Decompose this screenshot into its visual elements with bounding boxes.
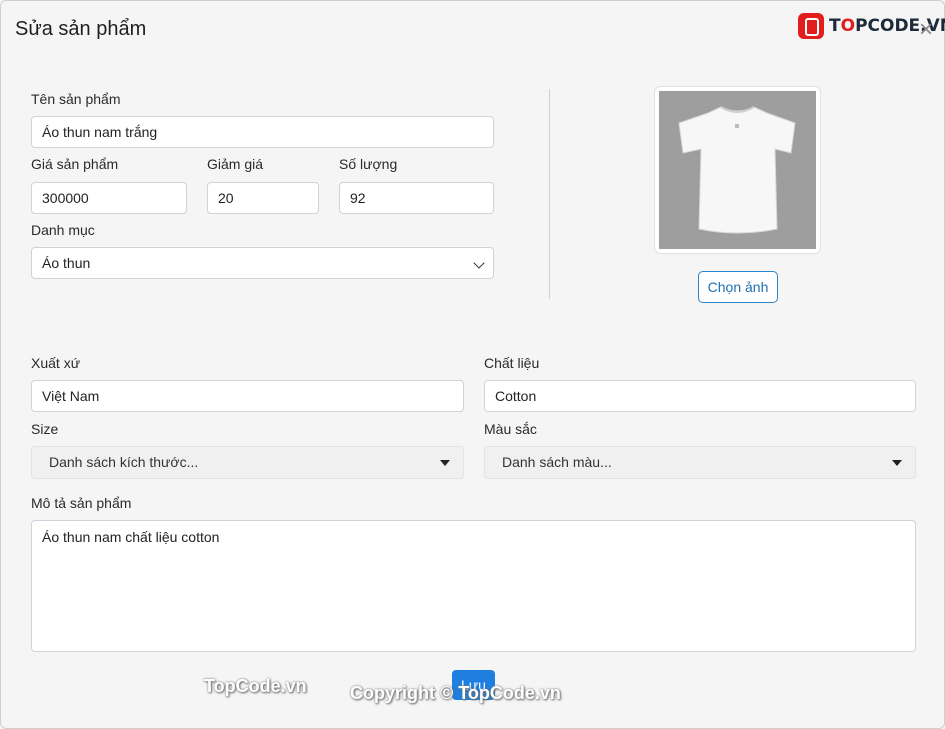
origin-input[interactable]: Việt Nam [31,380,464,412]
size-placeholder: Danh sách kích thước... [49,454,199,470]
caret-down-icon [440,460,450,466]
quantity-input[interactable]: 92 [339,182,494,214]
discount-input[interactable]: 20 [207,182,319,214]
product-image-frame [654,86,821,254]
size-multiselect[interactable]: Danh sách kích thước... [31,446,464,479]
brand-logo-icon [798,13,824,39]
origin-label: Xuất xứ [31,355,81,371]
size-label: Size [31,421,59,437]
dialog-title: Sửa sản phẩm [15,18,147,40]
category-select-value: Áo thun [42,255,91,271]
watermark-center: Copyright © TopCode.vn [350,683,561,703]
price-input[interactable]: 300000 [31,182,187,214]
category-select[interactable]: Áo thun [31,247,494,279]
quantity-label: Số lượng [339,156,398,172]
divider [549,89,550,299]
tshirt-image [659,91,816,249]
color-multiselect[interactable]: Danh sách màu... [484,446,916,479]
description-label: Mô tả sản phẩm [31,495,132,511]
chevron-down-icon [473,257,485,269]
edit-product-dialog: Sửa sản phẩm TOPCODE.VN × Tên sản phẩm Á… [0,0,945,729]
choose-image-button[interactable]: Chọn ảnh [698,271,778,303]
discount-label: Giảm giá [207,156,264,172]
color-label: Màu sắc [484,421,537,437]
description-textarea[interactable]: Áo thun nam chất liệu cotton [31,520,916,652]
price-label: Giá sản phẩm [31,156,119,172]
material-label: Chất liệu [484,355,540,371]
product-name-label: Tên sản phẩm [31,91,121,107]
category-label: Danh mục [31,222,95,238]
color-placeholder: Danh sách màu... [502,454,612,470]
material-input[interactable]: Cotton [484,380,916,412]
close-icon[interactable]: × [915,18,937,42]
watermark-left: TopCode.vn [204,676,307,696]
product-name-input[interactable]: Áo thun nam trắng [31,116,494,148]
caret-down-icon [892,460,902,466]
